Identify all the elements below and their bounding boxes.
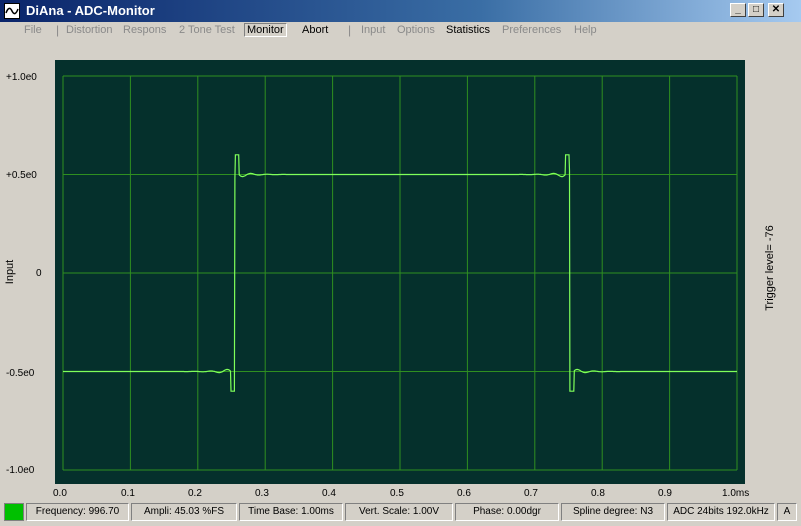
- menu-file[interactable]: File: [24, 24, 42, 36]
- minimize-button[interactable]: _: [730, 3, 746, 17]
- y-tick-label: +0.5e0: [6, 170, 37, 181]
- menu-abort[interactable]: Abort: [302, 24, 328, 36]
- y-tick-label: -0.5e0: [6, 368, 35, 379]
- status-ampli: Ampli: 45.03 %FS: [131, 503, 237, 521]
- x-tick-label: 0.3: [255, 488, 269, 499]
- menu-options[interactable]: Options: [397, 24, 435, 36]
- x-tick-label: 0.9: [658, 488, 672, 499]
- x-tick-label: 0.2: [188, 488, 202, 499]
- status-frequency: Frequency: 996.70: [26, 503, 129, 521]
- maximize-button[interactable]: □: [748, 3, 764, 17]
- trigger-level-label: Trigger level= -76: [764, 225, 776, 311]
- waveform-plot[interactable]: [55, 60, 745, 484]
- status-time-base: Time Base: 1.00ms: [239, 503, 343, 521]
- menu-separator: |: [56, 23, 60, 37]
- x-tick-label: 0.5: [390, 488, 404, 499]
- app-icon[interactable]: [4, 3, 20, 19]
- status-phase: Phase: 0.00dgr: [455, 503, 559, 521]
- status-adc: ADC 24bits 192.0kHz: [667, 503, 775, 521]
- y-tick-label: +1.0e0: [6, 72, 37, 83]
- menu-2-tone-test[interactable]: 2 Tone Test: [179, 24, 235, 36]
- status-spline-degree: Spline degree: N3: [561, 503, 665, 521]
- x-tick-label: 0.4: [322, 488, 336, 499]
- status-mode: A: [777, 503, 797, 521]
- y-axis-title: Input: [4, 259, 17, 285]
- title-bar: DiAna - ADC-Monitor _ □ ✕: [0, 0, 801, 22]
- y-tick-label: -1.0e0: [6, 465, 35, 476]
- status-vert-scale: Vert. Scale: 1.00V: [345, 503, 453, 521]
- x-tick-label: 0.8: [591, 488, 605, 499]
- status-led-indicator: [4, 503, 24, 521]
- x-tick-label: 0.1: [121, 488, 135, 499]
- menu-distortion[interactable]: Distortion: [66, 24, 112, 36]
- status-bar: Frequency: 996.70 Ampli: 45.03 %FS Time …: [0, 501, 801, 523]
- plot-canvas: [55, 60, 745, 484]
- menu-help[interactable]: Help: [574, 24, 597, 36]
- menu-respons[interactable]: Respons: [123, 24, 166, 36]
- x-tick-label: 0.7: [524, 488, 538, 499]
- close-button[interactable]: ✕: [768, 3, 784, 17]
- menu-monitor[interactable]: Monitor: [244, 23, 287, 37]
- menu-statistics[interactable]: Statistics: [446, 24, 490, 36]
- menu-input[interactable]: Input: [361, 24, 385, 36]
- menu-bar: File | Distortion Respons 2 Tone Test Mo…: [0, 22, 801, 41]
- menu-separator: |: [348, 23, 352, 37]
- x-tick-label: 0.0: [53, 488, 67, 499]
- x-tick-label: 1.0ms: [722, 488, 750, 499]
- menu-preferences[interactable]: Preferences: [502, 24, 561, 36]
- x-tick-label: 0.6: [457, 488, 471, 499]
- window-title: DiAna - ADC-Monitor: [26, 3, 155, 18]
